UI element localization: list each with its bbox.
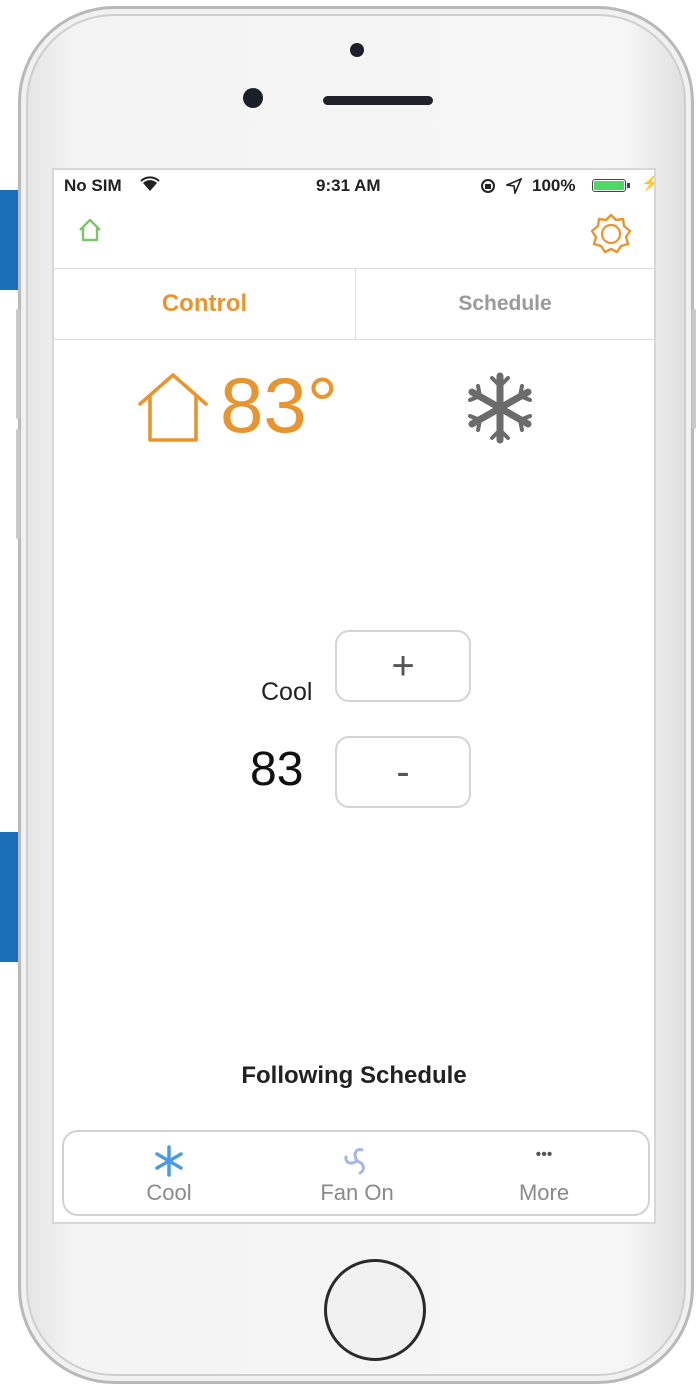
fan-on-button[interactable]: Fan On	[282, 1132, 432, 1218]
setpoint-mode-label: Cool	[261, 678, 313, 706]
earpiece-speaker	[323, 96, 433, 105]
side-accent-bottom	[0, 832, 20, 962]
battery-percent: 100%	[532, 176, 576, 195]
charging-icon: ⚡	[641, 175, 654, 192]
proximity-sensor-icon	[243, 88, 263, 108]
carrier-label: No SIM	[64, 176, 122, 195]
status-bar: No SIM 9:31 AM 100% ⚡	[54, 170, 654, 202]
clock-label: 9:31 AM	[316, 176, 381, 195]
home-button[interactable]	[324, 1259, 426, 1361]
snowflake-icon	[468, 372, 532, 444]
gear-icon[interactable]	[589, 212, 633, 256]
fan-icon	[344, 1148, 365, 1175]
more-icon: •••	[535, 1146, 553, 1163]
increase-setpoint-button[interactable]: +	[335, 630, 471, 702]
lock-rotation-icon	[481, 179, 495, 193]
tab-schedule[interactable]: Schedule	[356, 269, 654, 339]
location-icon	[506, 178, 522, 194]
more-button[interactable]: ••• More	[469, 1132, 619, 1218]
front-camera-icon	[350, 43, 364, 57]
more-label: More	[518, 1180, 570, 1205]
battery-icon	[592, 179, 626, 192]
decrease-setpoint-button[interactable]: -	[335, 736, 471, 808]
tab-control[interactable]: Control	[54, 269, 356, 339]
bottom-action-bar: Cool Fan On ••• More	[62, 1130, 650, 1216]
power-button	[692, 309, 696, 429]
mode-cool-button[interactable]: Cool	[94, 1132, 244, 1218]
app-screen: No SIM 9:31 AM 100% ⚡ Control Schedule 8…	[54, 170, 654, 1222]
mode-cool-label: Cool	[146, 1180, 192, 1205]
nav-bar	[54, 202, 654, 269]
current-temperature: 83°	[220, 361, 338, 449]
wifi-icon	[140, 176, 160, 191]
setpoint-value: 83	[250, 743, 304, 796]
snowflake-icon	[155, 1145, 183, 1177]
schedule-status: Following Schedule	[241, 1062, 467, 1089]
volume-down-button	[16, 429, 20, 539]
fan-on-label: Fan On	[320, 1180, 394, 1205]
house-icon	[138, 373, 208, 442]
battery-tip	[627, 183, 630, 188]
segmented-tabs: Control Schedule	[54, 269, 654, 340]
volume-up-button	[16, 309, 20, 419]
side-accent-top	[0, 190, 20, 290]
home-icon[interactable]	[76, 216, 104, 244]
